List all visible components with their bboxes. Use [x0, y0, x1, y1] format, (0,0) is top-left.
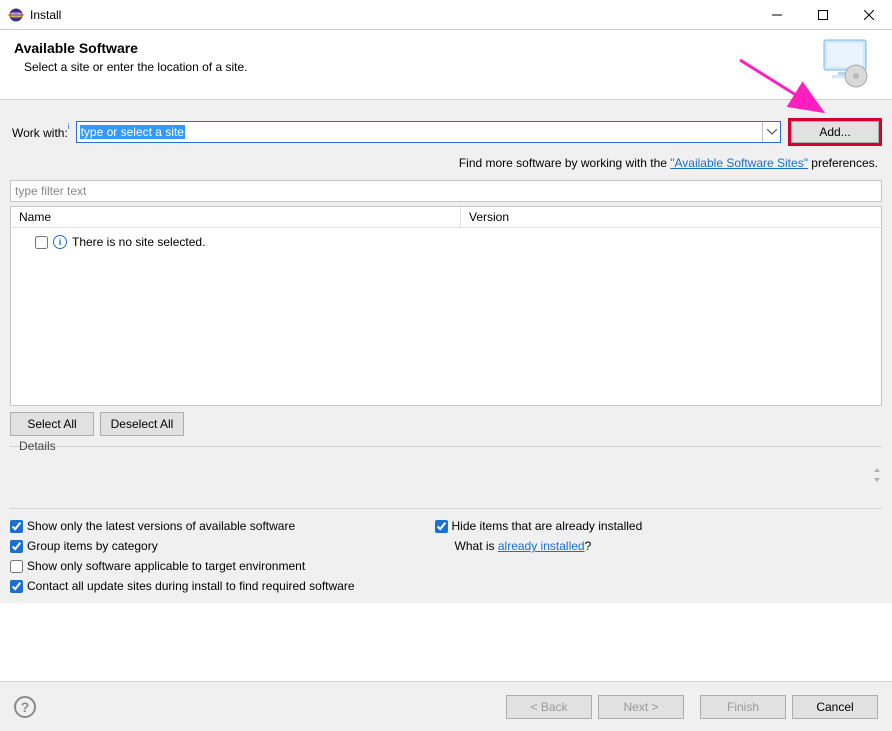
tree-row-checkbox[interactable] — [35, 236, 48, 249]
opt-target-env[interactable]: Show only software applicable to target … — [10, 559, 355, 573]
field-info-icon: i — [68, 122, 70, 131]
filter-placeholder: type filter text — [15, 184, 86, 198]
window-title: Install — [30, 8, 61, 22]
opt-contact-all[interactable]: Contact all update sites during install … — [10, 579, 355, 593]
already-installed-hint: What is already installed? — [455, 539, 643, 553]
separator — [10, 508, 882, 509]
opt-group-category[interactable]: Group items by category — [10, 539, 355, 553]
column-version[interactable]: Version — [461, 207, 881, 227]
already-installed-link[interactable]: already installed — [498, 539, 585, 553]
finish-button[interactable]: Finish — [700, 695, 786, 719]
wizard-banner: Available Software Select a site or ente… — [0, 30, 892, 100]
titlebar: Install — [0, 0, 892, 30]
help-icon[interactable]: ? — [14, 696, 36, 718]
select-all-button[interactable]: Select All — [10, 412, 94, 436]
details-group: Details — [10, 446, 882, 500]
available-sites-link[interactable]: "Available Software Sites" — [670, 156, 808, 170]
site-combo-text: type or select a site — [80, 125, 185, 139]
cancel-button[interactable]: Cancel — [792, 695, 878, 719]
add-button[interactable]: Add... — [791, 121, 879, 143]
close-button[interactable] — [846, 0, 892, 30]
banner-heading: Available Software — [14, 40, 878, 56]
opt-show-latest[interactable]: Show only the latest versions of availab… — [10, 519, 355, 533]
opt-hide-installed[interactable]: Hide items that are already installed — [435, 519, 643, 533]
work-with-row: Work with:i type or select a site Add... — [10, 118, 882, 146]
opt-group-category-checkbox[interactable] — [10, 540, 23, 553]
wizard-footer: ? < Back Next > Finish Cancel — [0, 681, 892, 731]
deselect-all-button[interactable]: Deselect All — [100, 412, 184, 436]
add-button-highlight: Add... — [788, 118, 882, 146]
opt-show-latest-checkbox[interactable] — [10, 520, 23, 533]
opt-target-env-checkbox[interactable] — [10, 560, 23, 573]
work-with-label: Work with:i — [10, 125, 72, 140]
chevron-down-icon[interactable] — [762, 122, 780, 142]
info-icon: i — [53, 235, 67, 249]
monitor-update-icon — [818, 36, 872, 90]
details-scroll-icon[interactable] — [870, 465, 884, 488]
banner-subtext: Select a site or enter the location of a… — [24, 60, 878, 74]
next-button[interactable]: Next > — [598, 695, 684, 719]
maximize-button[interactable] — [800, 0, 846, 30]
tree-header: Name Version — [11, 207, 881, 228]
software-tree: Name Version i There is no site selected… — [10, 206, 882, 406]
site-combo[interactable]: type or select a site — [76, 121, 781, 143]
column-name[interactable]: Name — [11, 207, 461, 227]
tree-empty-text: There is no site selected. — [72, 235, 205, 249]
minimize-button[interactable] — [754, 0, 800, 30]
details-legend: Details — [14, 439, 61, 453]
eclipse-icon — [8, 7, 24, 23]
wizard-body: Work with:i type or select a site Add...… — [0, 100, 892, 603]
find-more-hint: Find more software by working with the "… — [10, 156, 878, 170]
back-button[interactable]: < Back — [506, 695, 592, 719]
opt-contact-all-checkbox[interactable] — [10, 580, 23, 593]
opt-hide-installed-checkbox[interactable] — [435, 520, 448, 533]
filter-input[interactable]: type filter text — [10, 180, 882, 202]
options-area: Show only the latest versions of availab… — [10, 519, 882, 593]
tree-empty-row: i There is no site selected. — [17, 234, 875, 250]
